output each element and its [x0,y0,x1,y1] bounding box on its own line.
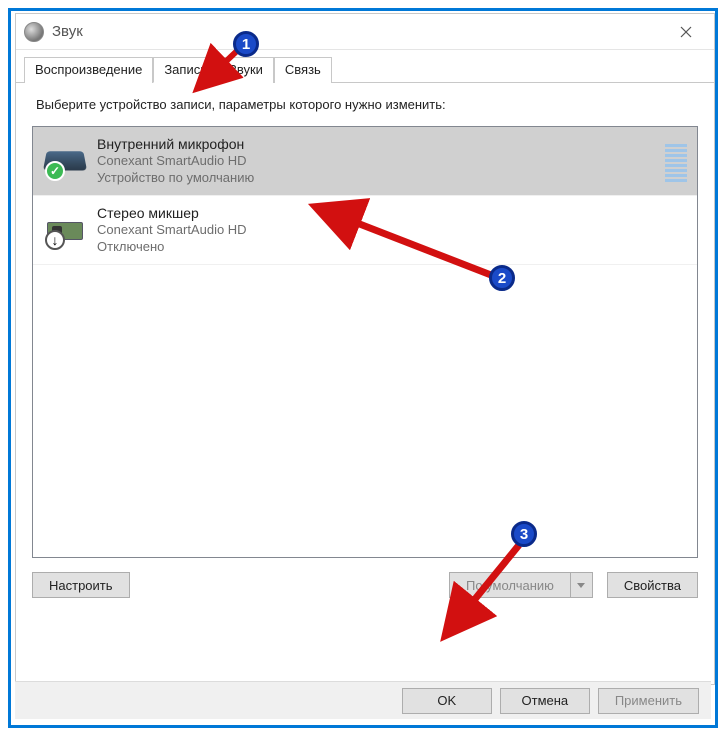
device-driver: Conexant SmartAudio HD [97,153,657,170]
annotation-3-arrow [439,539,539,649]
titlebar: Звук [16,14,714,50]
close-button[interactable] [666,17,706,47]
ok-button[interactable]: OK [402,688,492,714]
chevron-down-icon [577,581,585,589]
device-status: Устройство по умолчанию [97,170,657,187]
close-icon [680,26,692,38]
annotation-2-arrow [311,195,511,295]
window-title: Звук [52,23,666,40]
annotation-2: 2 [489,265,515,291]
sound-settings-window: Звук Воспроизведение Запись Звуки Связь … [15,13,715,685]
speaker-icon [24,22,44,42]
tab-strip: Воспроизведение Запись Звуки Связь [16,50,714,83]
annotation-3: 3 [511,521,537,547]
instruction-text: Выберите устройство записи, параметры ко… [36,97,694,112]
device-name: Внутренний микрофон [97,135,657,153]
level-meter [665,140,687,182]
tab-communications[interactable]: Связь [274,57,332,83]
apply-button[interactable]: Применить [598,688,699,714]
device-list: ✓ Внутренний микрофон Conexant SmartAudi… [32,126,698,558]
cancel-button[interactable]: Отмена [500,688,590,714]
configure-button[interactable]: Настроить [32,572,130,598]
set-default-dropdown[interactable] [571,572,593,598]
soundcard-icon: ↓ [43,208,87,252]
dialog-footer: OK Отмена Применить [15,681,711,719]
properties-button[interactable]: Свойства [607,572,698,598]
tab-playback[interactable]: Воспроизведение [24,57,153,83]
microphone-icon: ✓ [43,139,87,183]
annotation-1: 1 [233,31,259,57]
device-row-internal-mic[interactable]: ✓ Внутренний микрофон Conexant SmartAudi… [33,127,697,196]
